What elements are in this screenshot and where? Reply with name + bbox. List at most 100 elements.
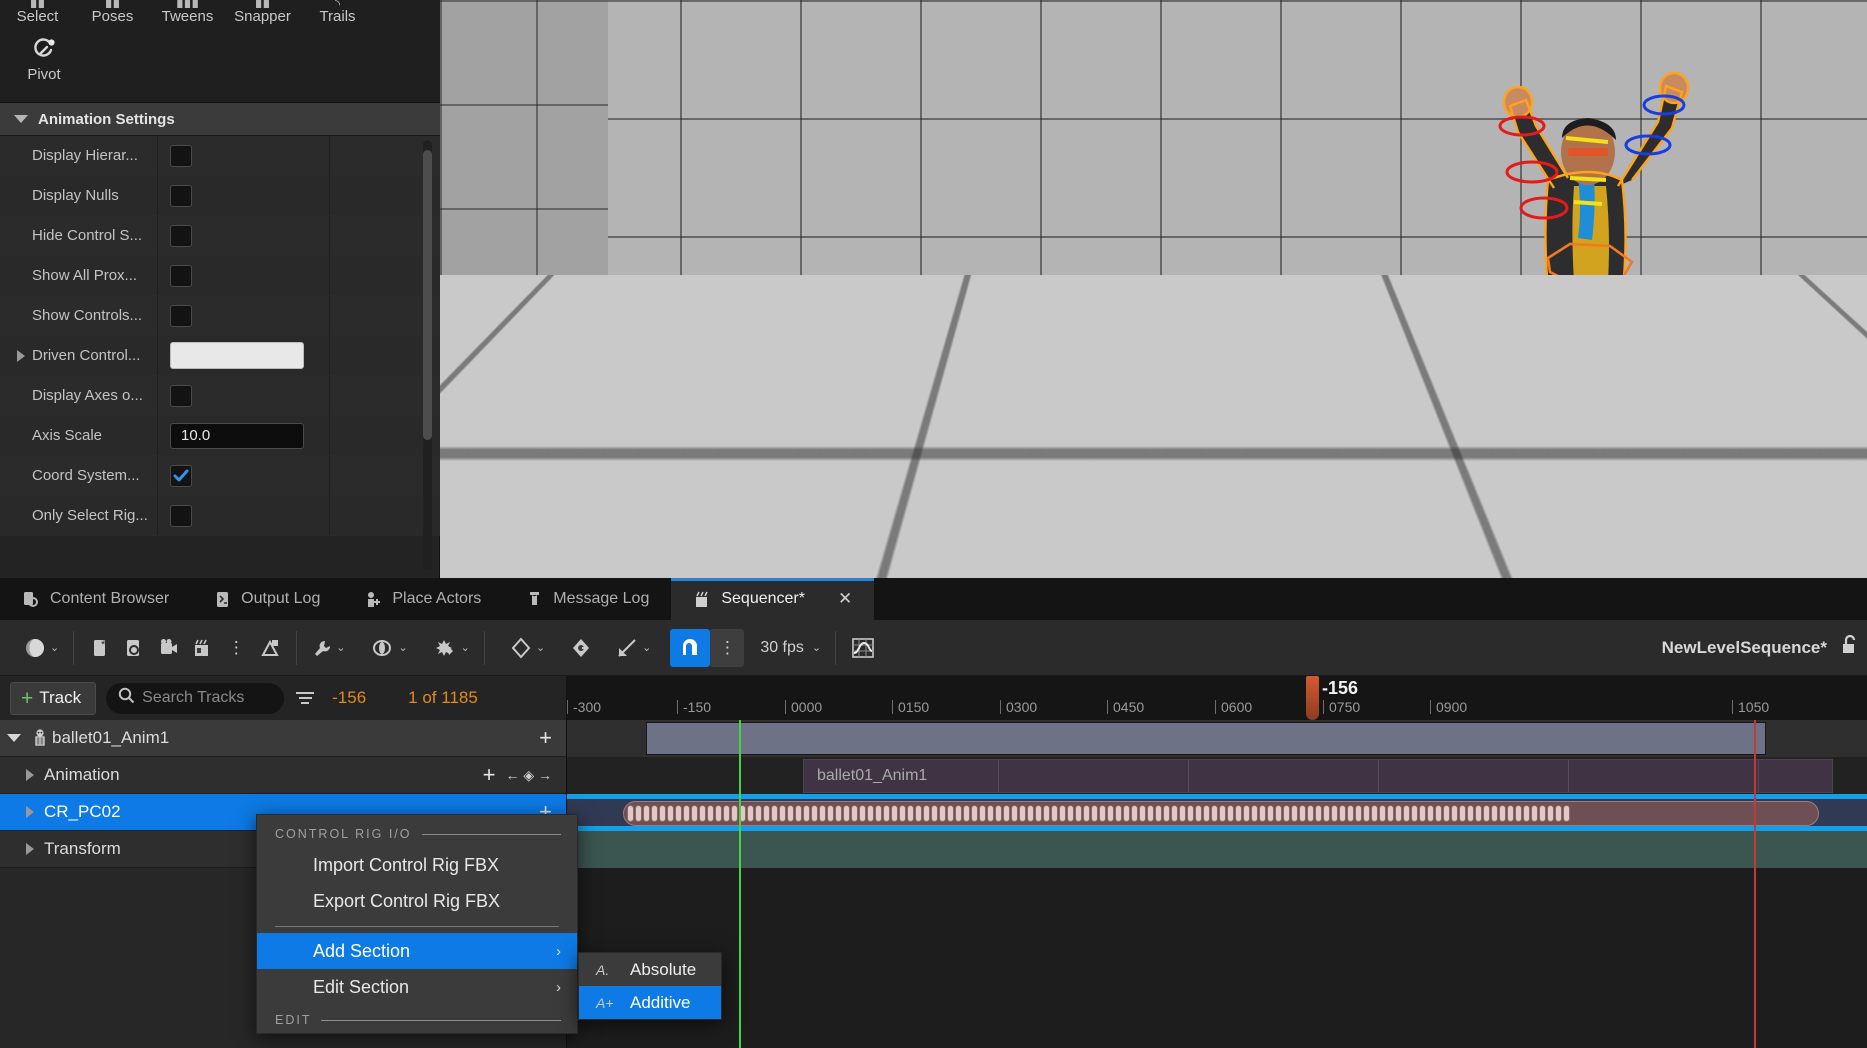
chevron-down-icon[interactable]: ⌄ xyxy=(812,641,821,654)
track-expander[interactable] xyxy=(0,734,28,742)
keyframe[interactable] xyxy=(1099,805,1106,822)
keyframe[interactable] xyxy=(627,805,634,822)
tab-content-browser[interactable]: Content Browser xyxy=(0,578,191,620)
keyframe[interactable] xyxy=(1307,805,1314,822)
keyframe[interactable] xyxy=(659,805,666,822)
keyframe[interactable] xyxy=(731,805,738,822)
tab-place-actors[interactable]: Place Actors xyxy=(342,578,503,620)
tool-pivot[interactable]: Pivot xyxy=(14,36,74,83)
keyframe[interactable] xyxy=(1387,805,1394,822)
keyframe[interactable] xyxy=(1371,805,1378,822)
property-checkbox[interactable] xyxy=(170,265,192,287)
timeline-row-transform[interactable] xyxy=(567,831,1867,868)
keyframe[interactable] xyxy=(675,805,682,822)
keyframe[interactable] xyxy=(1051,805,1058,822)
keyframe[interactable] xyxy=(963,805,970,822)
keyframe[interactable] xyxy=(1059,805,1066,822)
keyframe[interactable] xyxy=(1523,805,1530,822)
add-section-submenu[interactable]: A. Absolute A+ Additive xyxy=(578,952,722,1020)
visibility-icon[interactable]: ⌄ xyxy=(366,626,412,670)
keyframe[interactable] xyxy=(899,805,906,822)
level-viewport[interactable]: Z X Y xyxy=(440,0,1867,578)
keyframe[interactable] xyxy=(939,805,946,822)
keyframe[interactable] xyxy=(747,805,754,822)
key-interp-icon[interactable] xyxy=(564,626,598,670)
add-track-plus-icon[interactable]: + xyxy=(483,764,496,786)
property-checkbox[interactable] xyxy=(170,145,192,167)
keyframe[interactable] xyxy=(819,805,826,822)
keyframe[interactable] xyxy=(1331,805,1338,822)
add-track-button[interactable]: + Track xyxy=(10,682,96,715)
keyframe[interactable] xyxy=(1139,805,1146,822)
keyframe[interactable] xyxy=(1275,805,1282,822)
keyframe[interactable] xyxy=(1179,805,1186,822)
keyframe[interactable] xyxy=(1171,805,1178,822)
keyframe[interactable] xyxy=(715,805,722,822)
keyframe[interactable] xyxy=(1163,805,1170,822)
menu-item-import-control-rig-fbx[interactable]: Import Control Rig FBX xyxy=(257,847,577,883)
menu-item-export-control-rig-fbx[interactable]: Export Control Rig FBX xyxy=(257,883,577,919)
keyframe[interactable] xyxy=(1315,805,1322,822)
submenu-item-absolute[interactable]: A. Absolute xyxy=(579,953,721,986)
property-number-input[interactable]: 10.0 xyxy=(170,423,304,449)
keyframe[interactable] xyxy=(1475,805,1482,822)
property-checkbox[interactable] xyxy=(170,505,192,527)
timeline-ruler[interactable]: -156 -300-150000001500300045006000750090… xyxy=(567,676,1867,720)
tab-sequencer[interactable]: Sequencer*✕ xyxy=(671,578,874,620)
keyframe[interactable] xyxy=(1203,805,1210,822)
track-expander[interactable] xyxy=(16,769,44,781)
keyframe[interactable] xyxy=(787,805,794,822)
timeline-empty-area[interactable] xyxy=(567,868,1867,1048)
keyframe[interactable] xyxy=(1299,805,1306,822)
keyframe[interactable] xyxy=(699,805,706,822)
keyframe[interactable] xyxy=(1043,805,1050,822)
chevron-down-icon[interactable] xyxy=(7,734,21,742)
keyframe[interactable] xyxy=(1483,805,1490,822)
keyframe[interactable] xyxy=(803,805,810,822)
keyframe[interactable] xyxy=(1147,805,1154,822)
keyframe[interactable] xyxy=(1347,805,1354,822)
keyframe-strip[interactable] xyxy=(624,805,1571,822)
keyframe[interactable] xyxy=(1355,805,1362,822)
render-movie-icon[interactable] xyxy=(185,626,219,670)
keyframe[interactable] xyxy=(1283,805,1290,822)
keyframe[interactable] xyxy=(771,805,778,822)
tool-trails[interactable]: ◝ Trails xyxy=(300,0,375,25)
keyframe[interactable] xyxy=(915,805,922,822)
keyframe[interactable] xyxy=(867,805,874,822)
chevron-right-icon[interactable] xyxy=(26,843,34,855)
keyframe[interactable] xyxy=(1267,805,1274,822)
timeline-row-object[interactable] xyxy=(567,720,1867,757)
open-sequence-icon[interactable] xyxy=(117,626,151,670)
animation-settings-header[interactable]: Animation Settings xyxy=(0,103,440,136)
curve-icon[interactable]: ⌄ xyxy=(610,626,656,670)
keyframe[interactable] xyxy=(1259,805,1266,822)
property-checkbox[interactable] xyxy=(170,225,192,247)
menu-item-edit-section[interactable]: Edit Section › xyxy=(257,969,577,1005)
keyframe[interactable] xyxy=(1091,805,1098,822)
property-checkbox[interactable] xyxy=(170,305,192,327)
keyframe[interactable] xyxy=(1515,805,1522,822)
tool-poses[interactable]: ▮▮ Poses xyxy=(75,0,150,25)
keyframe[interactable] xyxy=(1491,805,1498,822)
keyframe[interactable] xyxy=(683,805,690,822)
keyframe[interactable] xyxy=(883,805,890,822)
object-binding-bar[interactable] xyxy=(646,722,1766,755)
track-expander[interactable] xyxy=(16,806,44,818)
keyframe[interactable] xyxy=(835,805,842,822)
control-rig-section[interactable] xyxy=(623,801,1819,826)
keyframe[interactable] xyxy=(1251,805,1258,822)
keyframe[interactable] xyxy=(987,805,994,822)
keyframe[interactable] xyxy=(1539,805,1546,822)
add-track-plus-icon[interactable]: + xyxy=(539,727,552,749)
keyframe[interactable] xyxy=(691,805,698,822)
keyframe[interactable] xyxy=(923,805,930,822)
tool-snapper[interactable]: ▮▮ Snapper xyxy=(225,0,300,25)
keyframe[interactable] xyxy=(763,805,770,822)
tab-output-log[interactable]: Output Log xyxy=(191,578,342,620)
curve-editor-icon[interactable] xyxy=(845,626,881,670)
new-sequence-icon[interactable]: * xyxy=(83,626,117,670)
keyframe[interactable] xyxy=(859,805,866,822)
property-array-input[interactable] xyxy=(170,342,304,369)
close-icon[interactable]: ✕ xyxy=(838,589,852,609)
